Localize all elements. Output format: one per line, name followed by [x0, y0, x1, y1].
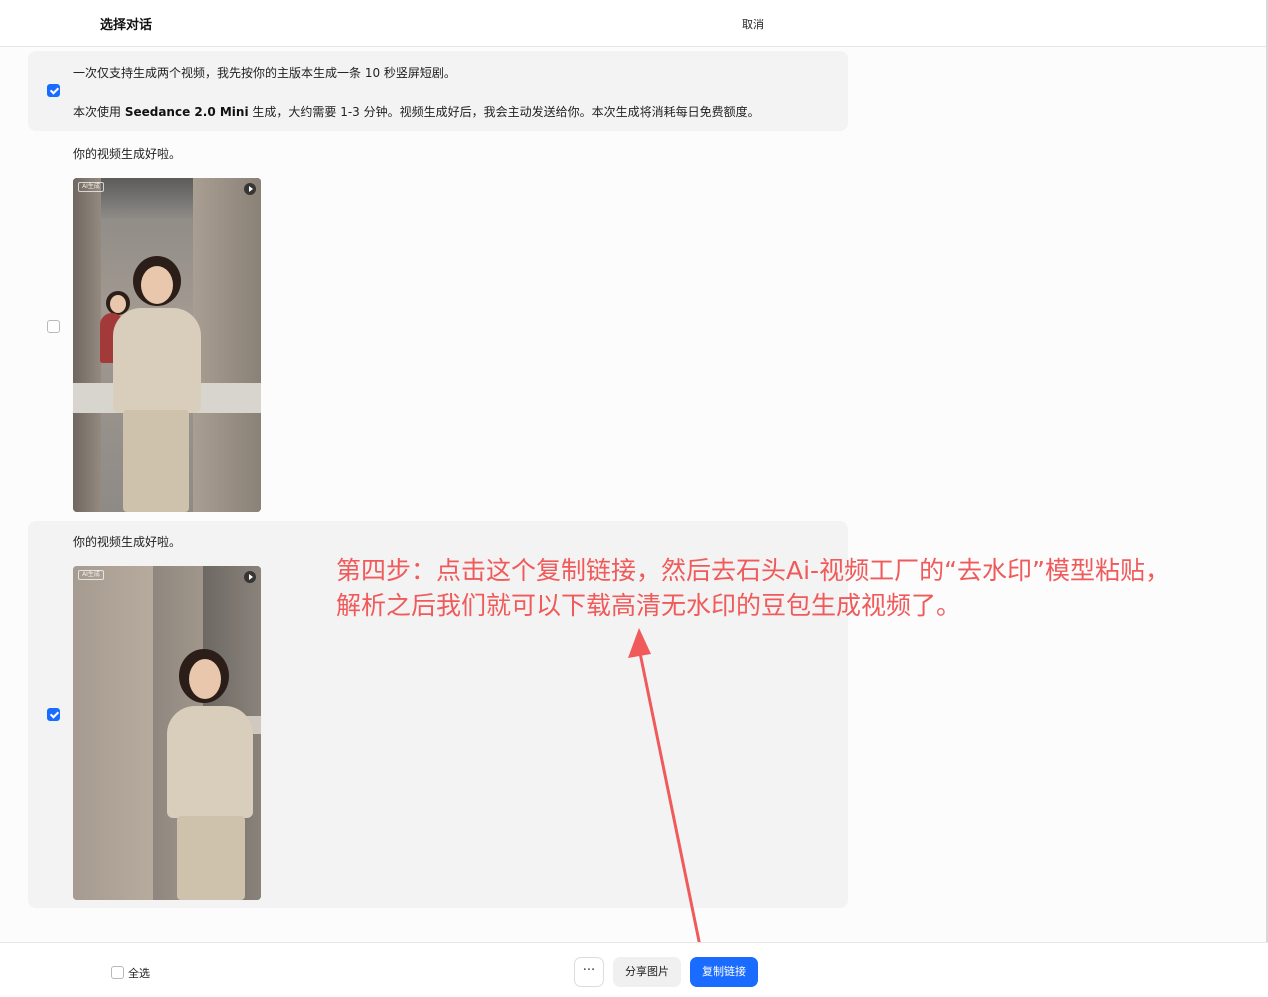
chat-select-window: 选择对话 取消 一次仅支持生成两个视频，我先按你的主版本生成一条 10 秒竖屏短… — [0, 0, 1268, 997]
page-title: 选择对话 — [100, 18, 153, 33]
header-bar: 选择对话 取消 — [0, 0, 1268, 47]
select-all-label[interactable]: 全选 — [128, 965, 150, 981]
more-button[interactable]: ··· — [574, 957, 604, 987]
video-person — [141, 266, 173, 304]
video-person — [177, 816, 245, 900]
message-item[interactable]: 你的视频生成好啦。 AI生成 — [28, 135, 848, 518]
footer-bar: 全选 ··· 分享图片 复制链接 — [0, 942, 1268, 997]
video-scene — [193, 178, 261, 512]
share-image-button[interactable]: 分享图片 — [613, 957, 681, 987]
message-text-suffix: 生成，大约需要 1-3 分钟。视频生成好后，我会主动发送给你。本次生成将消耗每日… — [248, 105, 760, 119]
video-scene — [73, 566, 153, 900]
ai-badge: AI生成 — [78, 182, 104, 192]
message-checkbox[interactable] — [47, 708, 60, 721]
message-item[interactable]: 一次仅支持生成两个视频，我先按你的主版本生成一条 10 秒竖屏短剧。 本次使用 … — [28, 51, 848, 131]
copy-link-button[interactable]: 复制链接 — [690, 957, 758, 987]
ai-badge: AI生成 — [78, 570, 104, 580]
message-text-prefix: 本次使用 — [73, 105, 125, 119]
video-thumbnail[interactable]: AI生成 — [73, 566, 261, 900]
message-checkbox[interactable] — [47, 84, 60, 97]
video-person — [113, 308, 201, 413]
annotation-line: 第四步：点击这个复制链接，然后去石头Ai-视频工厂的“去水印”模型粘贴， — [336, 556, 1170, 585]
model-name: Seedance 2.0 Mini — [124, 105, 249, 119]
select-all-checkbox[interactable] — [111, 966, 124, 979]
message-text: 一次仅支持生成两个视频，我先按你的主版本生成一条 10 秒竖屏短剧。 — [73, 66, 456, 80]
message-text: 你的视频生成好啦。 — [73, 147, 182, 161]
play-icon[interactable] — [244, 571, 256, 583]
message-text: 你的视频生成好啦。 — [73, 535, 182, 549]
video-thumbnail[interactable]: AI生成 — [73, 178, 261, 512]
video-scene — [73, 178, 101, 512]
annotation-line: 解析之后我们就可以下载高清无水印的豆包生成视频了。 — [336, 591, 962, 620]
tutorial-annotation: 第四步：点击这个复制链接，然后去石头Ai-视频工厂的“去水印”模型粘贴， 解析之… — [336, 553, 1256, 623]
message-text: 本次使用 Seedance 2.0 Mini 生成，大约需要 1-3 分钟。视频… — [73, 103, 760, 120]
video-person — [167, 706, 253, 818]
video-person — [110, 295, 126, 313]
video-person — [123, 410, 189, 512]
video-person — [189, 659, 221, 699]
cancel-button[interactable]: 取消 — [742, 16, 764, 32]
play-icon[interactable] — [244, 183, 256, 195]
message-checkbox[interactable] — [47, 320, 60, 333]
